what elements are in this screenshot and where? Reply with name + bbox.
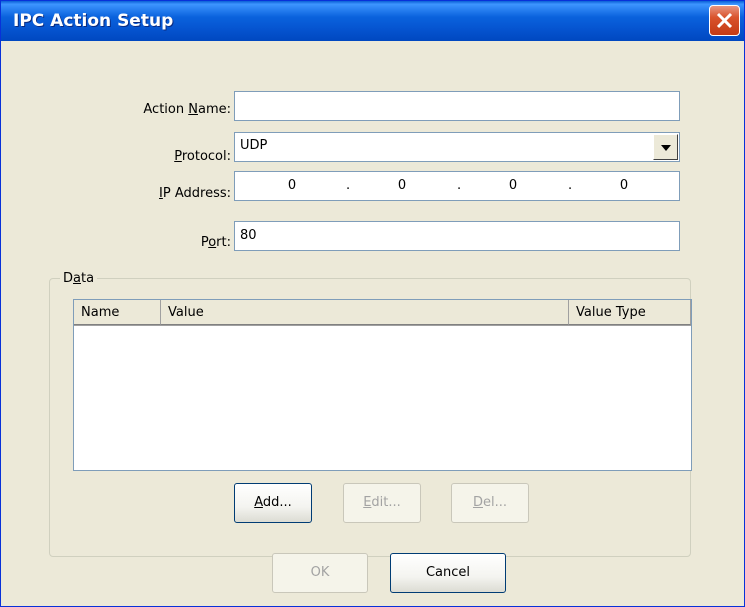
port-label: Port: <box>200 235 231 250</box>
data-listview[interactable]: Name Value Value Type <box>73 299 692 471</box>
ip-octet-3[interactable]: 0 <box>498 178 528 193</box>
del-button[interactable]: Del... <box>451 483 529 523</box>
ip-address-label: IP Address: <box>159 186 231 201</box>
ip-address-input[interactable]: 0 . 0 . 0 . 0 <box>234 171 680 201</box>
close-icon <box>716 12 733 29</box>
ip-octet-4[interactable]: 0 <box>609 178 639 193</box>
ip-octet-2[interactable]: 0 <box>387 178 417 193</box>
protocol-label: Protocol: <box>174 149 231 164</box>
close-button[interactable] <box>709 5 740 36</box>
chevron-down-icon <box>661 145 671 151</box>
action-name-label: Action Name: <box>143 102 231 117</box>
listview-header: Name Value Value Type <box>74 300 691 326</box>
edit-button[interactable]: Edit... <box>343 483 421 523</box>
dialog-body: Action Name: Protocol: UDP IP Address: 0… <box>5 41 740 604</box>
ip-separator: . <box>568 178 573 193</box>
ip-separator: . <box>346 178 351 193</box>
ip-octet-1[interactable]: 0 <box>277 178 307 193</box>
column-header-name[interactable]: Name <box>74 300 161 325</box>
ip-separator: . <box>457 178 462 193</box>
column-header-value[interactable]: Value <box>161 300 569 325</box>
cancel-button[interactable]: Cancel <box>390 553 506 593</box>
add-button[interactable]: Add... <box>234 483 312 523</box>
action-name-input[interactable] <box>234 91 680 121</box>
protocol-select[interactable]: UDP <box>234 132 680 162</box>
column-header-value-type[interactable]: Value Type <box>569 300 691 325</box>
title-bar[interactable]: IPC Action Setup <box>1 1 744 41</box>
port-input[interactable]: 80 <box>234 221 680 251</box>
ok-button[interactable]: OK <box>272 553 368 593</box>
data-group-title: Data <box>60 271 98 286</box>
window-title: IPC Action Setup <box>13 11 174 31</box>
protocol-dropdown-button[interactable] <box>653 134 678 160</box>
dialog-window: IPC Action Setup Action Name: Protocol: … <box>0 0 745 607</box>
protocol-value: UDP <box>240 138 268 153</box>
